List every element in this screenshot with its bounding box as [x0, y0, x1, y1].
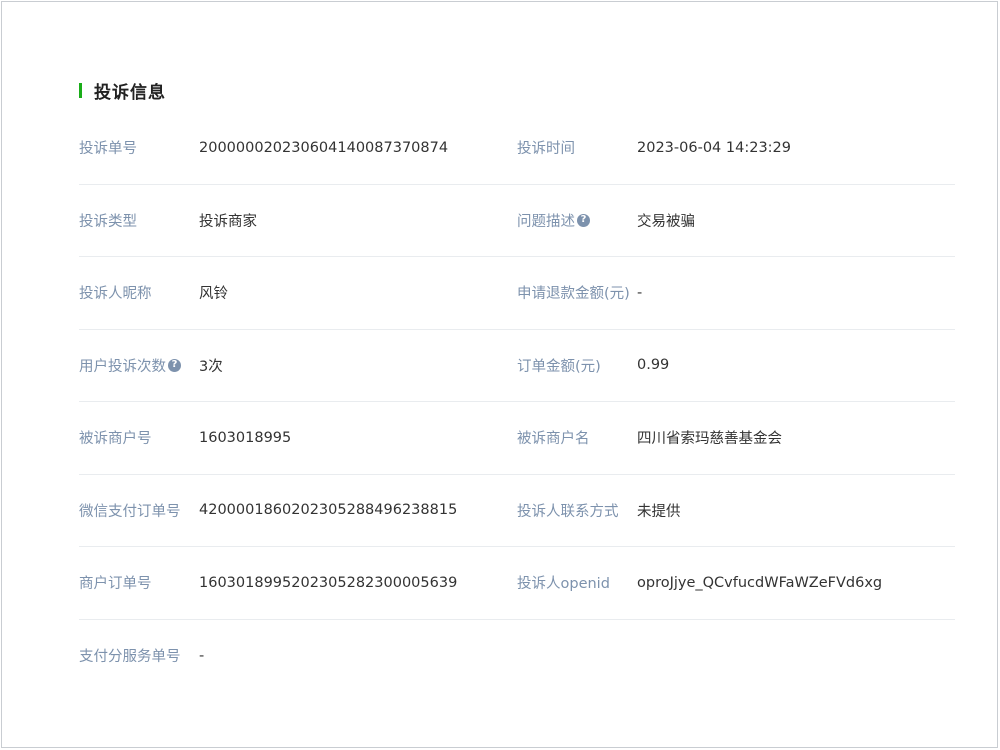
question-mark-icon[interactable]: ? [577, 213, 590, 227]
field-label: 问题描述 [517, 213, 575, 230]
field-value: 四川省索玛慈善基金会 [637, 431, 782, 448]
field-label: 被诉商户号 [79, 431, 152, 448]
field-value: 3次 [199, 358, 223, 375]
info-row: 被诉商户号 1603018995 被诉商户名 四川省索玛慈善基金会 [79, 402, 955, 475]
field-value: 未提供 [637, 503, 681, 520]
field-value: 2023-06-04 14:23:29 [637, 139, 791, 156]
field-label: 投诉单号 [79, 141, 137, 158]
field-value: 投诉商家 [199, 213, 257, 230]
info-row: 投诉类型 投诉商家 问题描述 ? 交易被骗 [79, 185, 955, 257]
field-merchant-name: 被诉商户名 四川省索玛慈善基金会 [517, 427, 955, 448]
field-complaint-time: 投诉时间 2023-06-04 14:23:29 [517, 137, 955, 158]
field-complainant-contact: 投诉人联系方式 未提供 [517, 500, 955, 521]
field-value: - [637, 284, 643, 301]
field-value: 4200001860202305288496238815 [199, 502, 458, 519]
field-label: 商户订单号 [79, 576, 152, 593]
field-order-amount: 订单金额(元) 0.99 [517, 355, 955, 376]
section-header: 投诉信息 [79, 79, 166, 103]
field-value: - [199, 647, 205, 664]
field-value: 16030189952023052823000056​39 [199, 574, 458, 591]
field-value: oproJjye_QCvfucdWFaWZeFVd6xg [637, 574, 883, 591]
info-row: 支付分服务单号 - [79, 620, 955, 693]
field-merchant-id: 被诉商户号 1603018995 [79, 427, 517, 448]
field-label: 被诉商户名 [517, 431, 590, 448]
field-payscore-service-id: 支付分服务单号 - [79, 645, 517, 666]
field-label: 投诉人昵称 [79, 286, 152, 303]
field-value: 交易被骗 [637, 213, 695, 230]
question-mark-icon[interactable]: ? [168, 358, 181, 372]
info-row: 投诉人昵称 风铃 申请退款金额(元) - [79, 257, 955, 330]
field-value: 风铃 [199, 286, 228, 303]
field-label: 投诉时间 [517, 141, 575, 158]
info-row: 投诉单号 200000020230604140087370874 投诉时间 20… [79, 112, 955, 185]
field-label: 用户投诉次数 [79, 358, 166, 375]
field-label: 订单金额(元) [517, 358, 601, 375]
field-label: 投诉类型 [79, 213, 137, 230]
field-label: 支付分服务单号 [79, 649, 181, 666]
complaint-info-panel: 投诉信息 投诉单号 200000020230604140087370874 投诉… [1, 1, 998, 748]
field-complaint-type: 投诉类型 投诉商家 [79, 210, 517, 231]
field-value: 200000020230604140087370874 [199, 139, 449, 156]
info-row: 商户订单号 16030189952023052823000056​39 投诉人o… [79, 547, 955, 620]
field-complainant-openid: 投诉人openid oproJjye_QCvfucdWFaWZeFVd6xg [517, 572, 955, 593]
field-value: 1603018995 [199, 429, 292, 446]
field-user-complaint-count: 用户投诉次数 ? 3次 [79, 355, 517, 376]
info-row: 微信支付订单号 4200001860202305288496238815 投诉人… [79, 475, 955, 547]
field-label-wrap: 用户投诉次数 ? [79, 355, 199, 376]
field-label: 投诉人openid [517, 576, 610, 593]
field-complainant-nickname: 投诉人昵称 风铃 [79, 282, 517, 303]
section-title: 投诉信息 [94, 82, 166, 103]
field-label: 申请退款金额(元) [517, 286, 630, 303]
field-value: 0.99 [637, 357, 670, 374]
field-label: 微信支付订单号 [79, 503, 181, 520]
info-grid: 投诉单号 200000020230604140087370874 投诉时间 20… [79, 112, 955, 692]
field-label-wrap: 问题描述 ? [517, 210, 637, 231]
field-wechat-pay-order-id: 微信支付订单号 4200001860202305288496238815 [79, 500, 517, 521]
title-accent-bar [79, 82, 82, 98]
field-label: 投诉人联系方式 [517, 503, 619, 520]
field-problem-description: 问题描述 ? 交易被骗 [517, 210, 955, 231]
info-row: 用户投诉次数 ? 3次 订单金额(元) 0.99 [79, 330, 955, 402]
field-complaint-id: 投诉单号 200000020230604140087370874 [79, 137, 517, 158]
field-merchant-order-id: 商户订单号 16030189952023052823000056​39 [79, 572, 517, 593]
field-refund-amount: 申请退款金额(元) - [517, 282, 955, 303]
